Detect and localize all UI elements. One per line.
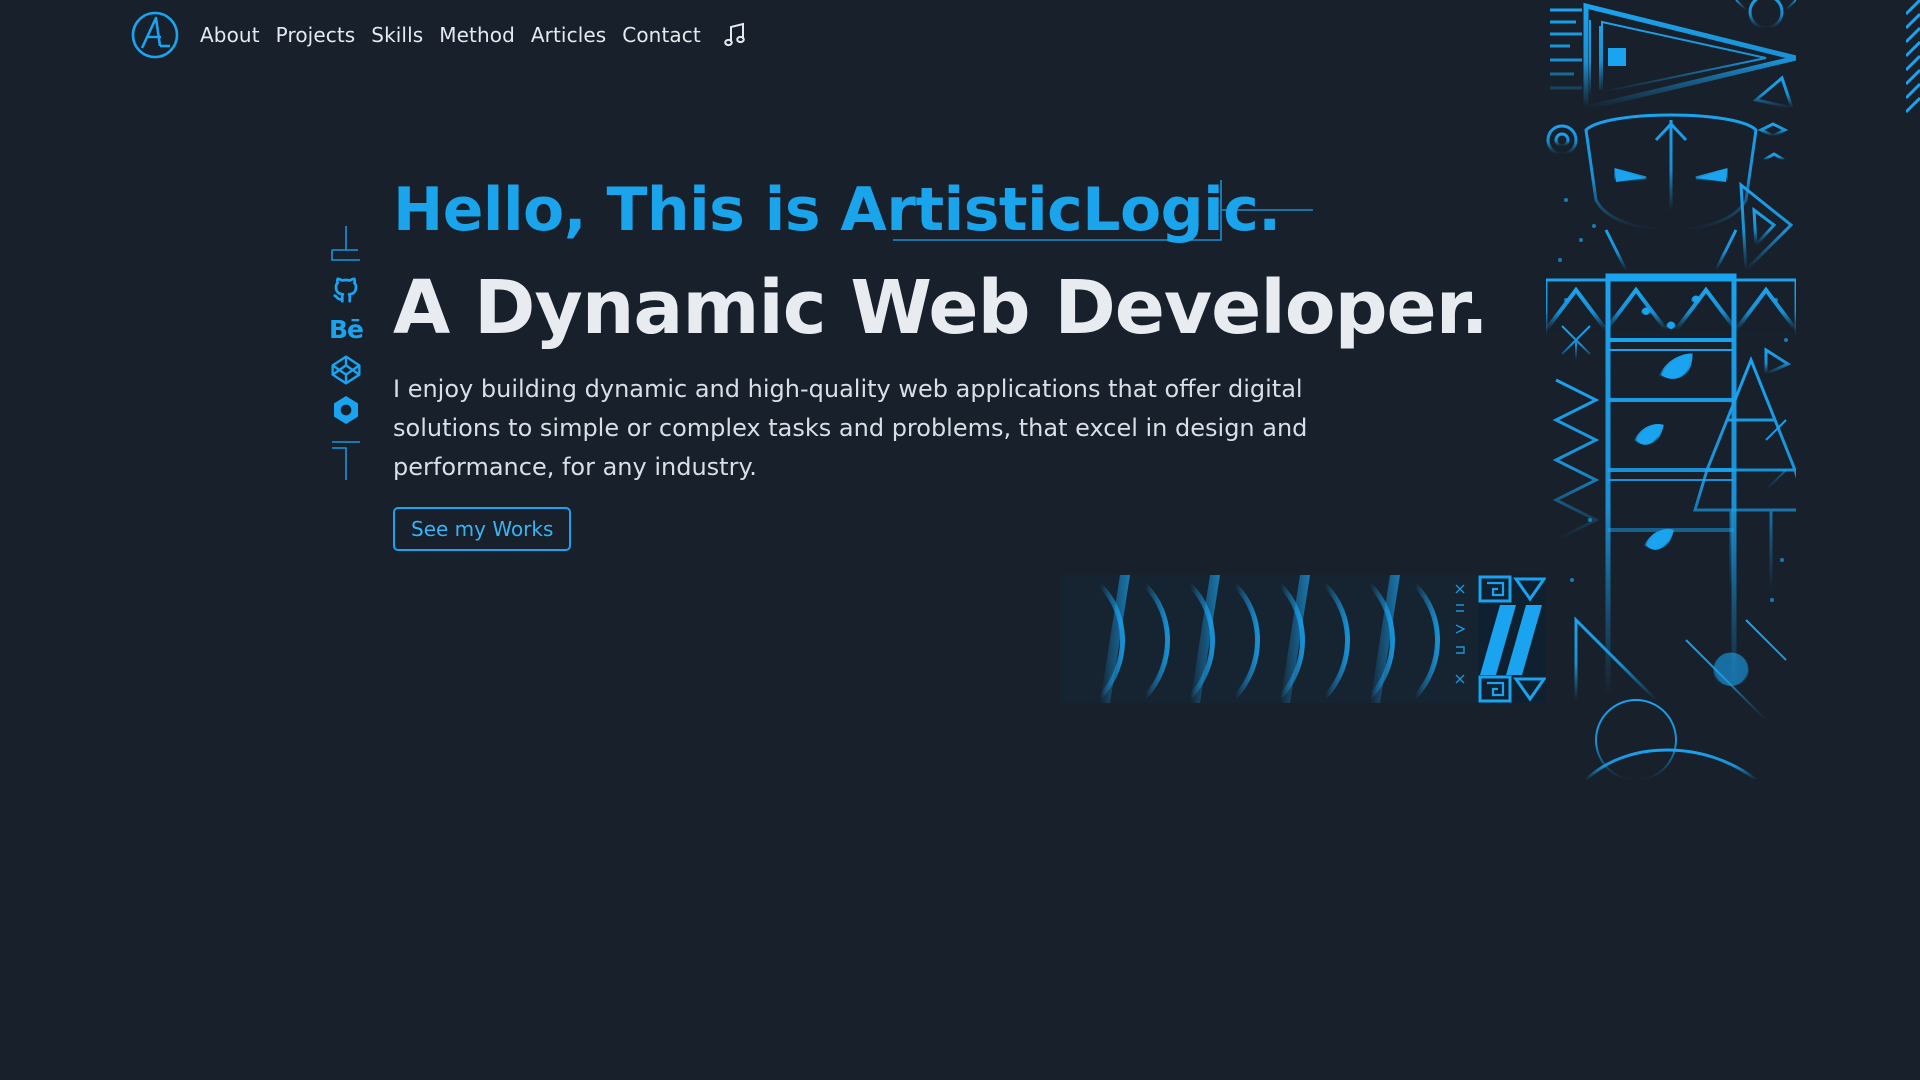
social-links: Bē bbox=[326, 226, 366, 480]
hero-headline: A Dynamic Web Developer. bbox=[393, 265, 1489, 351]
page: About Projects Skills Method Articles Co… bbox=[0, 0, 1920, 1080]
behance-label: Bē bbox=[329, 315, 364, 344]
greeting-wrap: Hello, This is ArtisticLogic. bbox=[393, 170, 1523, 250]
codepen-icon[interactable] bbox=[329, 353, 363, 387]
artisticlogic-logo[interactable] bbox=[130, 10, 180, 60]
hero-intro: I enjoy building dynamic and high-qualit… bbox=[393, 375, 1308, 481]
see-my-works-button[interactable]: See my Works bbox=[393, 507, 572, 551]
nav-link-skills[interactable]: Skills bbox=[371, 23, 423, 47]
nav-link-method[interactable]: Method bbox=[439, 23, 515, 47]
github-icon[interactable] bbox=[329, 273, 363, 307]
social-divider-top bbox=[331, 226, 360, 261]
music-note-icon[interactable] bbox=[721, 21, 749, 49]
social-divider-bottom bbox=[332, 441, 360, 480]
nav-link-about[interactable]: About bbox=[200, 23, 260, 47]
decorative-totem-artwork bbox=[1546, 0, 1796, 782]
edge-stripe-decoration bbox=[1906, 0, 1920, 114]
decorative-pattern-band bbox=[1060, 575, 1546, 703]
nav-link-projects[interactable]: Projects bbox=[276, 23, 356, 47]
nav-link-articles[interactable]: Articles bbox=[531, 23, 606, 47]
top-nav: About Projects Skills Method Articles Co… bbox=[130, 10, 749, 60]
dribbble-icon[interactable] bbox=[329, 393, 363, 427]
hero: Hello, This is ArtisticLogic. A Dynamic … bbox=[393, 170, 1523, 551]
behance-icon[interactable]: Bē bbox=[329, 313, 364, 347]
nav-link-contact[interactable]: Contact bbox=[622, 23, 701, 47]
greeting-underline-decoration bbox=[893, 180, 1313, 241]
